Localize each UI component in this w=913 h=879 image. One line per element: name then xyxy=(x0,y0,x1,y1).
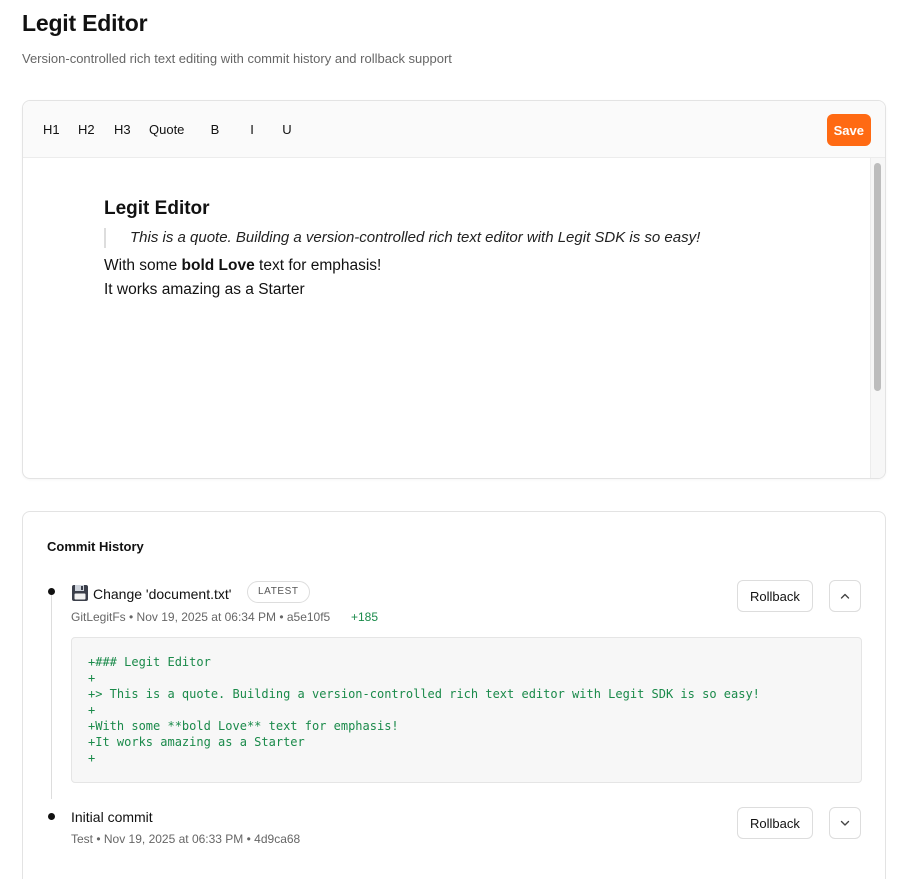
editor-card: H1 H2 H3 Quote B I U Save Legit Editor T… xyxy=(22,100,886,479)
rollback-button[interactable]: Rollback xyxy=(737,807,813,839)
diff-line: +With some **bold Love** text for emphas… xyxy=(88,719,399,733)
diff-line: + xyxy=(88,671,96,685)
commit-history-card: Commit History Change 'document.txt' LAT… xyxy=(22,511,886,879)
expand-button[interactable] xyxy=(829,807,861,839)
commit-title[interactable]: Change 'document.txt' xyxy=(71,584,231,602)
document-quote: This is a quote. Building a version-cont… xyxy=(104,228,700,248)
commit-meta: GitLegitFs • Nov 19, 2025 at 06:34 PM • … xyxy=(71,610,331,624)
page-subtitle: Version-controlled rich text editing wit… xyxy=(22,51,452,66)
document-heading: Legit Editor xyxy=(104,198,210,219)
italic-button[interactable]: I xyxy=(248,122,256,137)
page-title: Legit Editor xyxy=(22,10,148,36)
bold-text: bold Love xyxy=(181,257,255,274)
commit-title-text: Change 'document.txt' xyxy=(93,586,232,602)
quote-button[interactable]: Quote xyxy=(149,122,184,137)
scrollbar-thumb[interactable] xyxy=(874,163,881,391)
timeline-line xyxy=(51,594,52,799)
diff-line: + xyxy=(88,751,96,765)
diff-line: + xyxy=(88,703,96,717)
commit-diff: +### Legit Editor + +> This is a quote. … xyxy=(71,637,862,783)
diff-line: +> This is a quote. Building a version-c… xyxy=(88,687,760,701)
chevron-up-icon xyxy=(840,593,850,599)
editor-toolbar: H1 H2 H3 Quote B I U Save xyxy=(23,101,885,158)
collapse-button[interactable] xyxy=(829,580,861,612)
diff-line: +It works amazing as a Starter xyxy=(88,735,305,749)
heading1-button[interactable]: H1 xyxy=(43,122,60,137)
document-paragraph: With some bold Love text for emphasis! xyxy=(104,257,381,275)
bold-button[interactable]: B xyxy=(210,122,220,137)
heading2-button[interactable]: H2 xyxy=(78,122,95,137)
paragraph-text: text for emphasis! xyxy=(254,257,382,274)
additions-count: +185 xyxy=(351,610,379,624)
commit-meta: Test • Nov 19, 2025 at 06:33 PM • 4d9ca6… xyxy=(71,832,301,846)
paragraph-text: With some xyxy=(104,257,182,274)
floppy-disk-icon xyxy=(72,585,88,601)
heading3-button[interactable]: H3 xyxy=(114,122,131,137)
save-button[interactable]: Save xyxy=(826,114,871,146)
document-paragraph: It works amazing as a Starter xyxy=(104,281,305,298)
latest-badge: LATEST xyxy=(247,581,310,603)
commit-history-title: Commit History xyxy=(47,539,144,554)
underline-button[interactable]: U xyxy=(282,122,292,137)
chevron-down-icon xyxy=(840,820,850,826)
editor-content[interactable]: Legit Editor This is a quote. Building a… xyxy=(23,158,871,478)
rollback-button[interactable]: Rollback xyxy=(737,580,813,612)
timeline-dot xyxy=(48,813,55,820)
timeline-dot xyxy=(48,588,55,595)
diff-line: +### Legit Editor xyxy=(88,655,211,669)
commit-title[interactable]: Initial commit xyxy=(71,809,153,825)
